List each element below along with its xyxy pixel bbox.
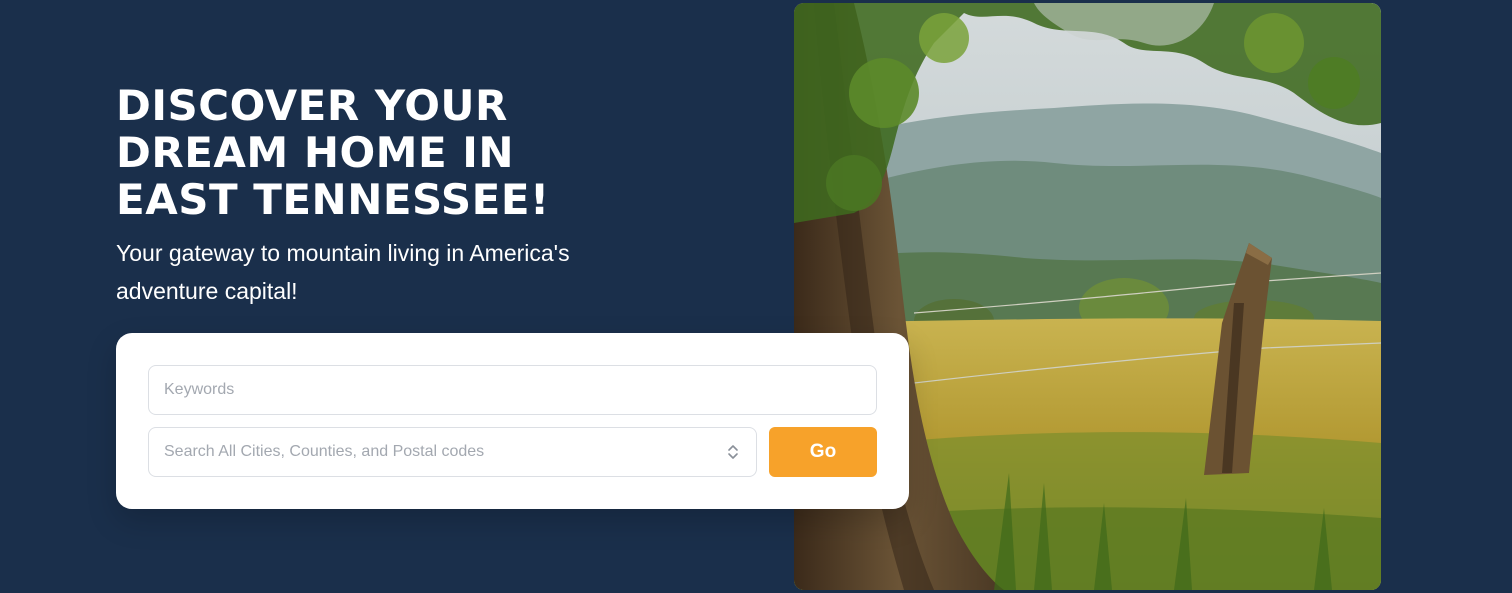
hero-section: DISCOVER YOUR DREAM HOME IN EAST TENNESS…: [0, 0, 1512, 593]
hero-tagline: Your gateway to mountain living in Ameri…: [116, 240, 570, 304]
headline-line: DISCOVER YOUR: [116, 81, 508, 130]
headline-line: DREAM HOME IN: [116, 128, 515, 177]
search-card: Go: [116, 333, 909, 509]
chevron-up-down-icon[interactable]: [727, 443, 739, 461]
location-input[interactable]: [148, 427, 757, 477]
location-select[interactable]: [148, 427, 757, 477]
keywords-input[interactable]: [148, 365, 877, 415]
headline-line: EAST TENNESSEE!: [116, 175, 550, 224]
go-button[interactable]: Go: [769, 427, 877, 477]
hero-headline: DISCOVER YOUR DREAM HOME IN EAST TENNESS…: [116, 82, 676, 223]
